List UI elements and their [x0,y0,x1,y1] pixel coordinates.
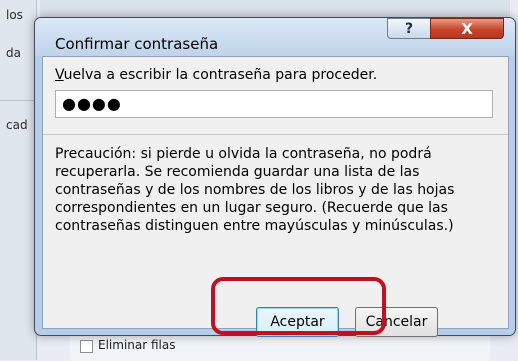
cancel-button[interactable]: Cancelar [355,307,438,337]
close-button[interactable]: X [430,18,504,39]
background-fragment: cad [6,118,28,132]
dialog-body: Vuelva a escribir la contraseña para pro… [42,56,509,337]
divider [43,134,508,135]
confirm-password-dialog: Confirmar contraseña ? X Vuelva a escrib… [34,17,516,337]
warning-text: Precaución: si pierde u olvida la contra… [55,146,455,234]
background-divider [0,100,36,101]
password-prompt: Vuelva a escribir la contraseña para pro… [55,67,377,83]
accept-button-label: Aceptar [270,314,325,330]
background-fragment: los [6,8,23,22]
dialog-titlebar[interactable]: Confirmar contraseña ? X [35,18,515,56]
background-fragment: da [6,46,21,60]
background-option-label: Eliminar filas [98,338,176,352]
cancel-button-label: Cancelar [365,314,428,330]
close-icon: X [461,19,473,38]
password-field[interactable]: ●●●● [55,90,493,118]
help-icon: ? [404,20,414,37]
accept-button[interactable]: Aceptar [256,307,339,337]
prompt-accelerator: V [55,67,64,83]
help-button[interactable]: ? [387,18,431,39]
background-checkbox [80,340,93,353]
dialog-title: Confirmar contraseña [55,35,219,53]
prompt-text: uelva a escribir la contraseña para proc… [63,67,378,83]
